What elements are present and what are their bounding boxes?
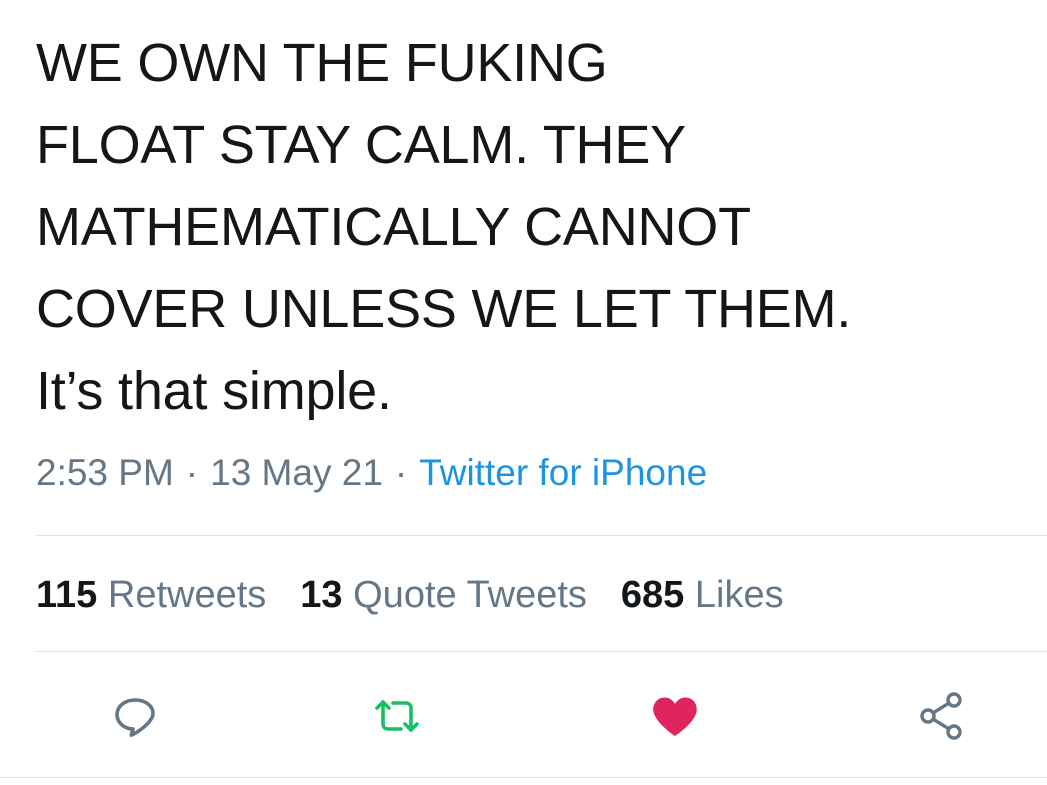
separator-dot: · xyxy=(185,452,199,493)
share-icon xyxy=(920,692,962,740)
tweet-text-line: It’s that simple. xyxy=(36,361,392,421)
tweet-date[interactable]: 13 May 21 xyxy=(210,452,383,493)
tweet-source-link[interactable]: Twitter for iPhone xyxy=(419,452,707,493)
quote-tweets-count: 13 xyxy=(300,574,343,616)
tweet-text: WE OWN THE FUKING FLOAT STAY CALM. THEY … xyxy=(36,22,1016,432)
likes-stat[interactable]: 685 Likes xyxy=(621,570,784,620)
tweet-text-line: MATHEMATICALLY CANNOT xyxy=(36,197,751,257)
tweet-text-line: WE OWN THE FUKING xyxy=(36,33,608,93)
tweet-text-line: FLOAT STAY CALM. THEY xyxy=(36,115,686,175)
retweets-count: 115 xyxy=(36,574,98,616)
share-button[interactable] xyxy=(912,686,972,746)
like-button[interactable] xyxy=(645,686,705,746)
action-bar xyxy=(0,686,1047,746)
tweet-time[interactable]: 2:53 PM xyxy=(36,452,174,493)
reply-icon xyxy=(115,698,155,737)
tweet-metadata: 2:53 PM · 13 May 21 · Twitter for iPhone xyxy=(36,448,707,498)
reply-button[interactable] xyxy=(105,686,165,746)
retweets-stat[interactable]: 115 Retweets xyxy=(36,570,266,620)
retweet-icon xyxy=(375,700,419,732)
divider xyxy=(0,777,1047,778)
tweet-text-line: COVER UNLESS WE LET THEM. xyxy=(36,279,852,339)
divider xyxy=(36,535,1047,536)
likes-count: 685 xyxy=(620,574,685,616)
quote-tweets-stat[interactable]: 13 Quote Tweets xyxy=(300,570,587,620)
retweet-button[interactable] xyxy=(367,686,427,746)
likes-label: Likes xyxy=(694,574,784,616)
quote-tweets-label: Quote Tweets xyxy=(353,574,587,616)
divider xyxy=(36,651,1047,652)
heart-icon xyxy=(653,697,697,736)
retweets-label: Retweets xyxy=(107,574,267,616)
tweet-stats: 115 Retweets 13 Quote Tweets 685 Likes xyxy=(36,570,818,620)
separator-dot: · xyxy=(394,452,408,493)
